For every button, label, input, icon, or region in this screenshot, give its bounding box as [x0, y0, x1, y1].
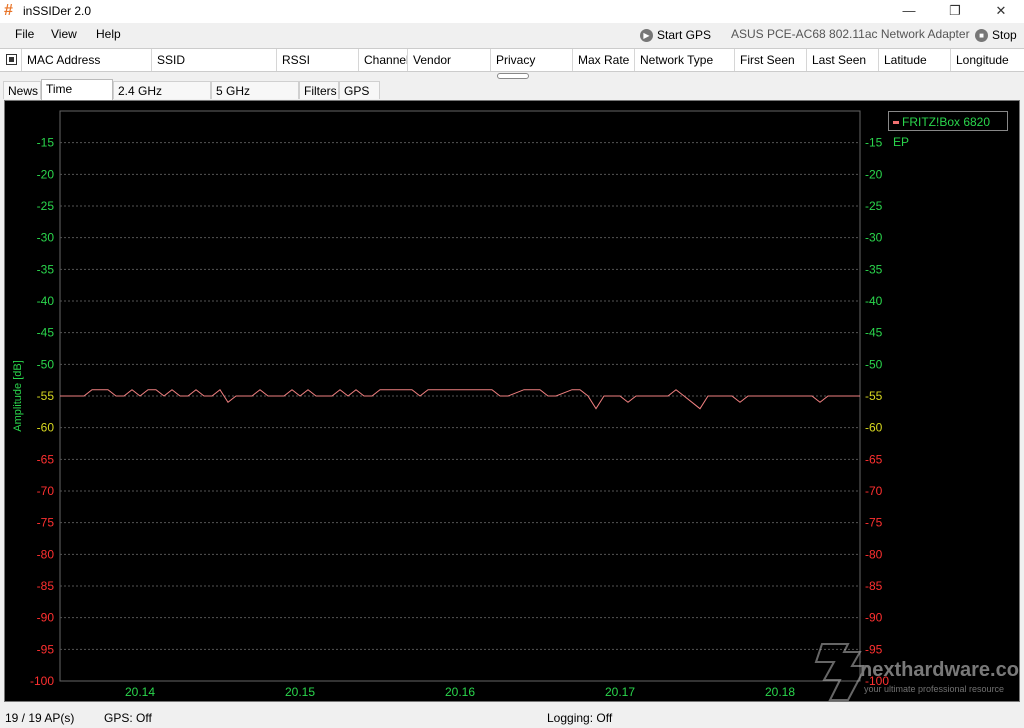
column-first-seen[interactable]: First Seen	[735, 49, 807, 71]
adapter-selector[interactable]: ASUS PCE-AC68 802.11ac Network Adapter	[731, 27, 970, 41]
y-tick-label-left: -15	[37, 136, 55, 150]
y-tick-label-right: -55	[865, 389, 883, 403]
y-tick-label-right: -90	[865, 611, 883, 625]
y-tick-label-right: -30	[865, 231, 883, 245]
logging-status: Logging: Off	[547, 711, 613, 725]
y-tick-label-right: -60	[865, 421, 883, 435]
play-icon: ▶	[640, 29, 653, 43]
start-gps-label: Start GPS	[657, 28, 712, 42]
y-tick-label-right: -65	[865, 452, 883, 466]
y-tick-label-right: -80	[865, 547, 883, 561]
y-tick-label-left: -40	[37, 294, 55, 308]
x-tick-label: 20.17	[605, 685, 635, 699]
y-tick-label-left: -50	[37, 357, 55, 371]
tab-gps[interactable]: GPS	[339, 81, 380, 99]
y-tick-label-right: -35	[865, 262, 883, 276]
y-tick-label-left: -35	[37, 262, 55, 276]
y-tick-label-right: -95	[865, 642, 883, 656]
app-logo-icon: #	[4, 2, 13, 19]
y-axis-label: Amplitude [dB]	[12, 360, 24, 432]
ap-count: 19 / 19 AP(s)	[5, 711, 75, 725]
x-tick-label: 20.15	[285, 685, 315, 699]
y-tick-label-left: -65	[37, 452, 55, 466]
tab-time-graph[interactable]: Time Graph	[41, 79, 113, 114]
start-gps-button[interactable]: ▶ Start GPS	[640, 26, 711, 44]
tab-strip: News Time Graph 2.4 GHz Channels 5 GHz C…	[0, 79, 1024, 116]
x-tick-label: 20.16	[445, 685, 475, 699]
y-tick-label-right: -75	[865, 516, 883, 530]
y-tick-label-left: -20	[37, 167, 55, 181]
column-channel[interactable]: Channel	[359, 49, 408, 71]
y-tick-label-left: -25	[37, 199, 55, 213]
maximize-button[interactable]: ❐	[932, 0, 978, 23]
column-network-type[interactable]: Network Type	[635, 49, 735, 71]
column-last-seen[interactable]: Last Seen	[807, 49, 879, 71]
menu-file[interactable]: File	[15, 27, 34, 41]
y-tick-label-left: -85	[37, 579, 55, 593]
network-grid-header: MAC Address SSID RSSI Channel Vendor Pri…	[0, 48, 1024, 72]
column-longitude[interactable]: Longitude	[951, 49, 1024, 71]
y-tick-label-right: -50	[865, 357, 883, 371]
column-mac-address[interactable]: MAC Address	[22, 49, 152, 71]
y-tick-label-right: -45	[865, 326, 883, 340]
y-tick-label-right: -100	[865, 674, 889, 688]
title-bar: # inSSIDer 2.0 — ❐ ✕	[0, 0, 1024, 23]
y-tick-label-right: -70	[865, 484, 883, 498]
column-privacy[interactable]: Privacy	[491, 49, 573, 71]
y-tick-label-left: -75	[37, 516, 55, 530]
time-graph-panel: -15 -20 -25 -30 -35 -40 -45 -50 -55 -60 -65 -70 -75 -…	[4, 100, 1020, 702]
y-tick-label-left: -60	[37, 421, 55, 435]
time-graph-chart: -15 -20 -25 -30 -35 -40 -45 -50 -55 -60 -65 -70 -75 -…	[12, 110, 889, 699]
y-tick-label-left: -70	[37, 484, 55, 498]
y-tick-label-left: -30	[37, 231, 55, 245]
tab-news[interactable]: News	[3, 81, 41, 99]
window-title: inSSIDer 2.0	[23, 4, 92, 18]
column-vendor[interactable]: Vendor	[408, 49, 491, 71]
x-tick-label: 20.14	[125, 685, 155, 699]
y-tick-label-right: -15	[865, 136, 883, 150]
column-latitude[interactable]: Latitude	[879, 49, 951, 71]
y-tick-label-left: -80	[37, 547, 55, 561]
column-ssid[interactable]: SSID	[152, 49, 277, 71]
y-tick-label-right: -40	[865, 294, 883, 308]
y-tick-label-right: -85	[865, 579, 883, 593]
chart-legend: FRITZ!Box 6820 EP	[888, 111, 1008, 149]
column-max-rate[interactable]: Max Rate	[573, 49, 635, 71]
y-tick-label-left: -95	[37, 642, 55, 656]
menu-view[interactable]: View	[51, 27, 77, 41]
column-rssi[interactable]: RSSI	[277, 49, 359, 71]
select-all-checkbox[interactable]	[6, 54, 17, 65]
stop-label: Stop	[992, 28, 1017, 42]
menu-bar: File View Help ▶ Start GPS ASUS PCE-AC68 …	[0, 23, 1024, 47]
minimize-button[interactable]: —	[886, 0, 932, 23]
tab-5ghz-channels[interactable]: 5 GHz Channels	[211, 81, 299, 116]
status-bar: 19 / 19 AP(s) GPS: Off Logging: Off	[0, 706, 1024, 728]
x-tick-label: 20.18	[765, 685, 795, 699]
tab-24ghz-channels[interactable]: 2.4 GHz Channels	[113, 81, 211, 116]
close-button[interactable]: ✕	[978, 0, 1024, 23]
stop-button[interactable]: ■ Stop	[975, 26, 1017, 44]
gps-status: GPS: Off	[104, 711, 152, 725]
y-tick-label-left: -45	[37, 326, 55, 340]
y-tick-label-left: -100	[30, 674, 54, 688]
y-tick-label-left: -90	[37, 611, 55, 625]
y-tick-label-right: -20	[865, 167, 883, 181]
menu-help[interactable]: Help	[96, 27, 121, 41]
legend-swatch	[893, 121, 899, 125]
y-tick-label-right: -25	[865, 199, 883, 213]
y-tick-label-left: -55	[37, 389, 55, 403]
series-line-0	[60, 388, 860, 410]
stop-icon: ■	[975, 29, 988, 43]
select-all-column[interactable]	[0, 49, 22, 71]
tab-filters[interactable]: Filters	[299, 81, 339, 99]
